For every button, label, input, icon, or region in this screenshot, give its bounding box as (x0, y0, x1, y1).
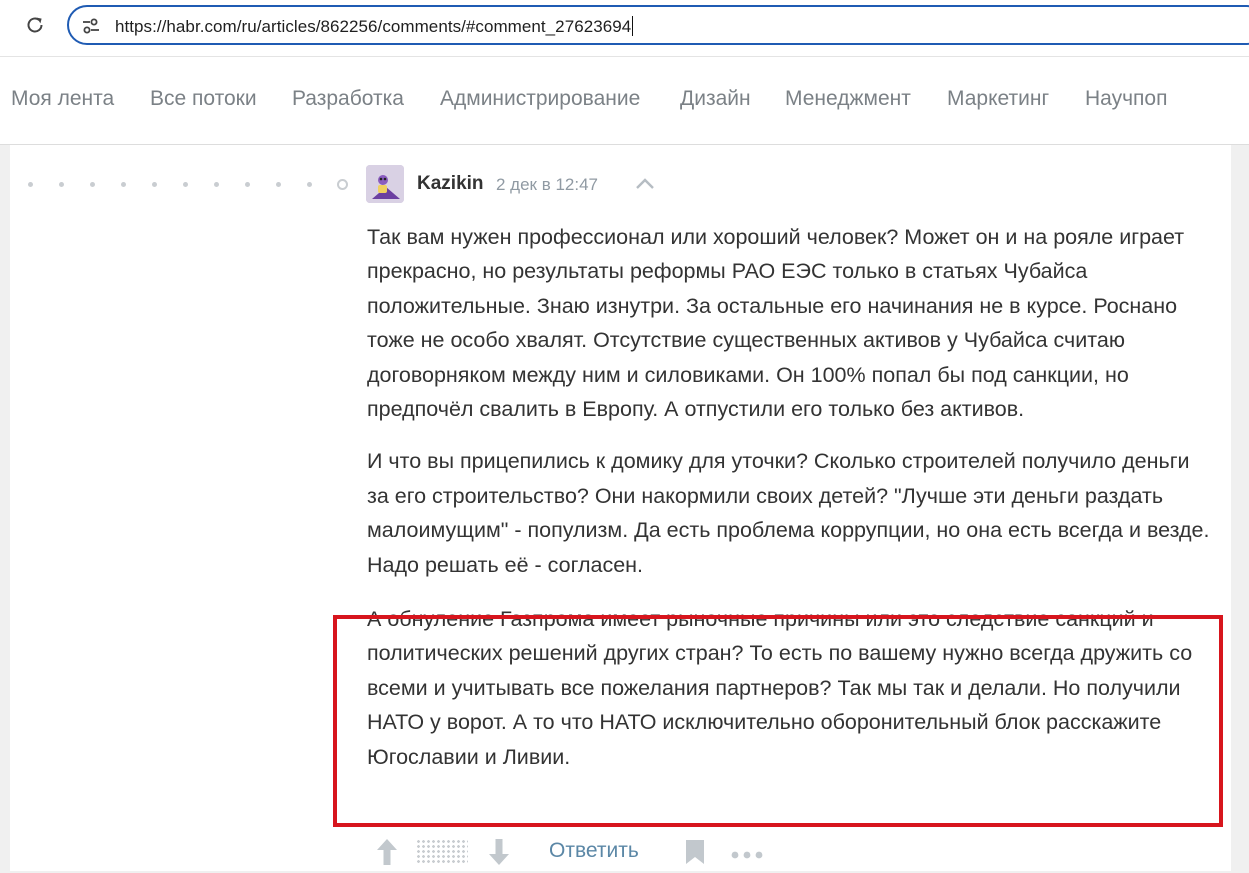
url-text[interactable]: https://habr.com/ru/articles/862256/comm… (115, 16, 634, 37)
nav-item-all-streams[interactable]: Все потоки (150, 87, 257, 111)
nav-item-administration[interactable]: Администрирование (440, 87, 640, 111)
comment-paragraph: И что вы прицепились к домику для уточки… (367, 449, 1210, 577)
reply-button[interactable]: Ответить (549, 839, 639, 863)
highlight-box (333, 615, 1223, 827)
address-bar[interactable]: https://habr.com/ru/articles/862256/comm… (67, 5, 1249, 45)
nav-item-my-feed[interactable]: Моя лента (11, 87, 114, 111)
thread-level-indicator (28, 179, 348, 191)
site-settings-icon[interactable] (81, 16, 101, 36)
comment-card: Kazikin 2 дек в 12:47 Так вам нужен проф… (10, 145, 1231, 871)
url-value: https://habr.com/ru/articles/862256/comm… (115, 17, 632, 36)
avatar[interactable] (366, 165, 404, 203)
comment-author[interactable]: Kazikin (417, 173, 484, 195)
vote-up-icon[interactable] (374, 837, 400, 867)
site-nav: Моя лента Все потоки Разработка Админист… (0, 57, 1249, 145)
nav-item-popsci[interactable]: Научпоп (1085, 87, 1167, 111)
reload-icon[interactable] (24, 14, 46, 36)
vote-score-hidden (416, 839, 468, 865)
nav-item-development[interactable]: Разработка (292, 87, 404, 111)
collapse-up-icon[interactable] (634, 175, 656, 193)
text-cursor (632, 16, 634, 36)
vote-down-icon[interactable] (486, 837, 512, 867)
bookmark-icon[interactable] (684, 839, 706, 865)
nav-item-marketing[interactable]: Маркетинг (947, 87, 1049, 111)
comment-timestamp[interactable]: 2 дек в 12:47 (496, 175, 598, 195)
nav-item-design[interactable]: Дизайн (680, 87, 751, 111)
comment-actions: Ответить (366, 833, 866, 873)
more-icon[interactable] (730, 847, 764, 859)
nav-item-management[interactable]: Менеджмент (785, 87, 911, 111)
browser-toolbar: https://habr.com/ru/articles/862256/comm… (0, 0, 1249, 57)
comment-paragraph: Так вам нужен профессионал или хороший ч… (367, 225, 1185, 422)
